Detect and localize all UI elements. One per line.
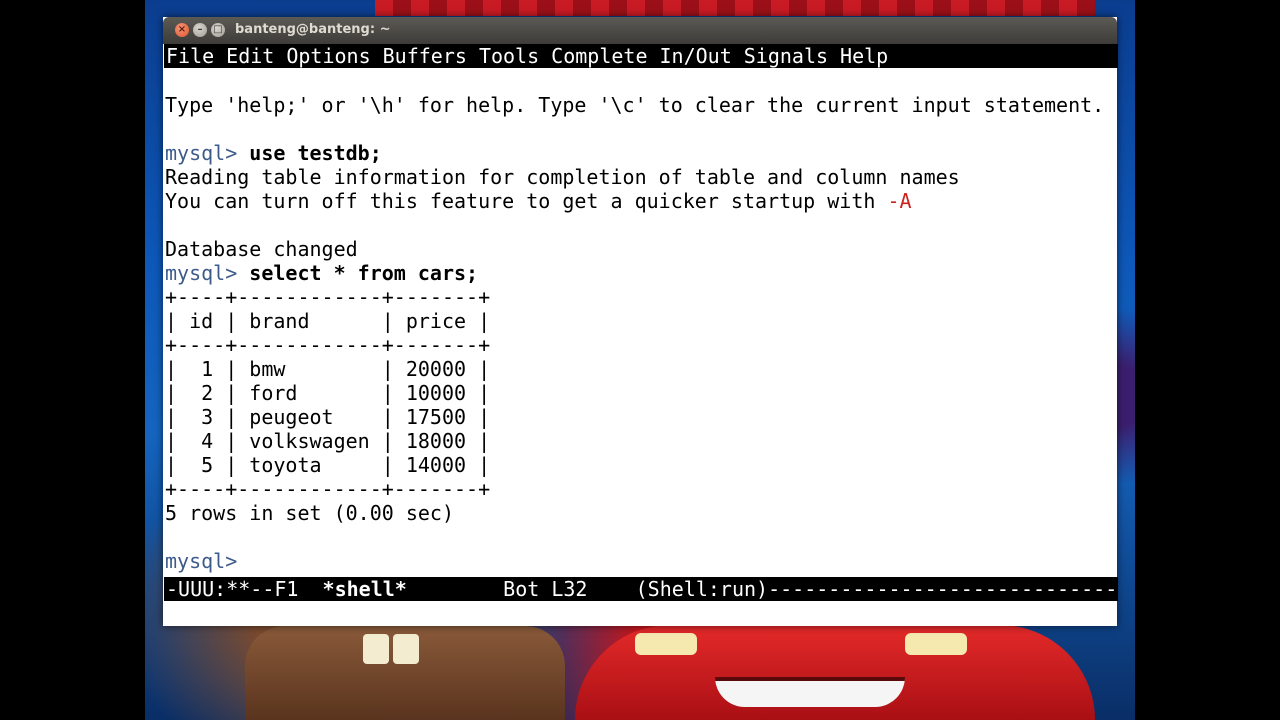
menu-complete[interactable]: Complete (551, 44, 647, 68)
menu-edit[interactable]: Edit (226, 44, 274, 68)
modeline-buffer-name: *shell* (322, 577, 407, 601)
mysql-prompt: mysql> (165, 549, 238, 573)
modeline-status: -UUU:**--F1 (166, 577, 323, 601)
tooth-shape (363, 634, 389, 664)
command-text: use testdb; (249, 141, 382, 165)
command-text: select * from cars; (249, 261, 479, 285)
menu-help[interactable]: Help (840, 44, 888, 68)
emacs-menubar: File Edit Options Buffers Tools Complete In/Ou… (164, 44, 1118, 68)
menu-in-out[interactable]: In/Out (659, 44, 731, 68)
output-line: Database changed (165, 237, 358, 261)
screen: × – □ banteng@banteng: ~ File Edit Options… (0, 0, 1280, 720)
command-line: mysql> select * from cars; (165, 261, 478, 285)
table-row: | 2 | ford | 10000 | (165, 381, 491, 405)
emacs-modeline: -UUU:**--F1 *shell* Bot L32 (Shell:run)-… (164, 577, 1118, 601)
table-row: | 5 | toyota | 14000 | (165, 453, 491, 477)
maximize-window-button[interactable]: □ (211, 23, 225, 37)
minimize-window-button[interactable]: – (193, 23, 207, 37)
window-titlebar[interactable]: × – □ banteng@banteng: ~ (163, 17, 1117, 44)
headlight-shape (635, 633, 697, 655)
menu-signals[interactable]: Signals (744, 44, 828, 68)
table-row: | 1 | bmw | 20000 | (165, 357, 491, 381)
modeline-mode: (Shell:run)-----------------------------… (635, 577, 1118, 601)
headlight-shape (905, 633, 967, 655)
command-line: mysql> use testdb; (165, 141, 382, 165)
mysql-prompt: mysql> (165, 141, 238, 165)
grille-shape (715, 677, 905, 707)
output-line: Reading table information for completion… (165, 165, 960, 189)
result-summary: 5 rows in set (0.00 sec) (165, 501, 454, 525)
option-flag: -A (887, 189, 912, 213)
shell-buffer[interactable]: Type 'help;' or '\h' for help. Type '\c'… (165, 93, 1115, 573)
wallpaper-stripe (375, 0, 1095, 16)
tooth-shape (393, 634, 419, 664)
table-row: | 3 | peugeot | 17500 | (165, 405, 491, 429)
wallpaper-tow-truck-car (245, 626, 565, 720)
wallpaper-red-car (575, 625, 1095, 720)
table-border: +----+------------+-------+ (165, 285, 491, 309)
menu-tools[interactable]: Tools (479, 44, 539, 68)
close-window-button[interactable]: × (175, 23, 189, 37)
menu-options[interactable]: Options (286, 44, 370, 68)
output-text: You can turn off this feature to get a q… (165, 189, 888, 213)
terminal-window[interactable]: × – □ banteng@banteng: ~ File Edit Options… (163, 17, 1118, 626)
table-row: | 4 | volkswagen | 18000 | (165, 429, 491, 453)
table-header: | id | brand | price | (165, 309, 491, 333)
window-title: banteng@banteng: ~ (235, 22, 391, 37)
table-border: +----+------------+-------+ (165, 333, 491, 357)
active-prompt-line[interactable]: mysql> (165, 549, 237, 573)
menu-buffers[interactable]: Buffers (383, 44, 467, 68)
menu-file[interactable]: File (166, 44, 214, 68)
modeline-position: Bot L32 (406, 577, 636, 601)
help-intro-line: Type 'help;' or '\h' for help. Type '\c'… (165, 93, 1105, 117)
mysql-prompt: mysql> (165, 261, 238, 285)
output-line: You can turn off this feature to get a q… (165, 189, 912, 213)
table-border: +----+------------+-------+ (165, 477, 491, 501)
